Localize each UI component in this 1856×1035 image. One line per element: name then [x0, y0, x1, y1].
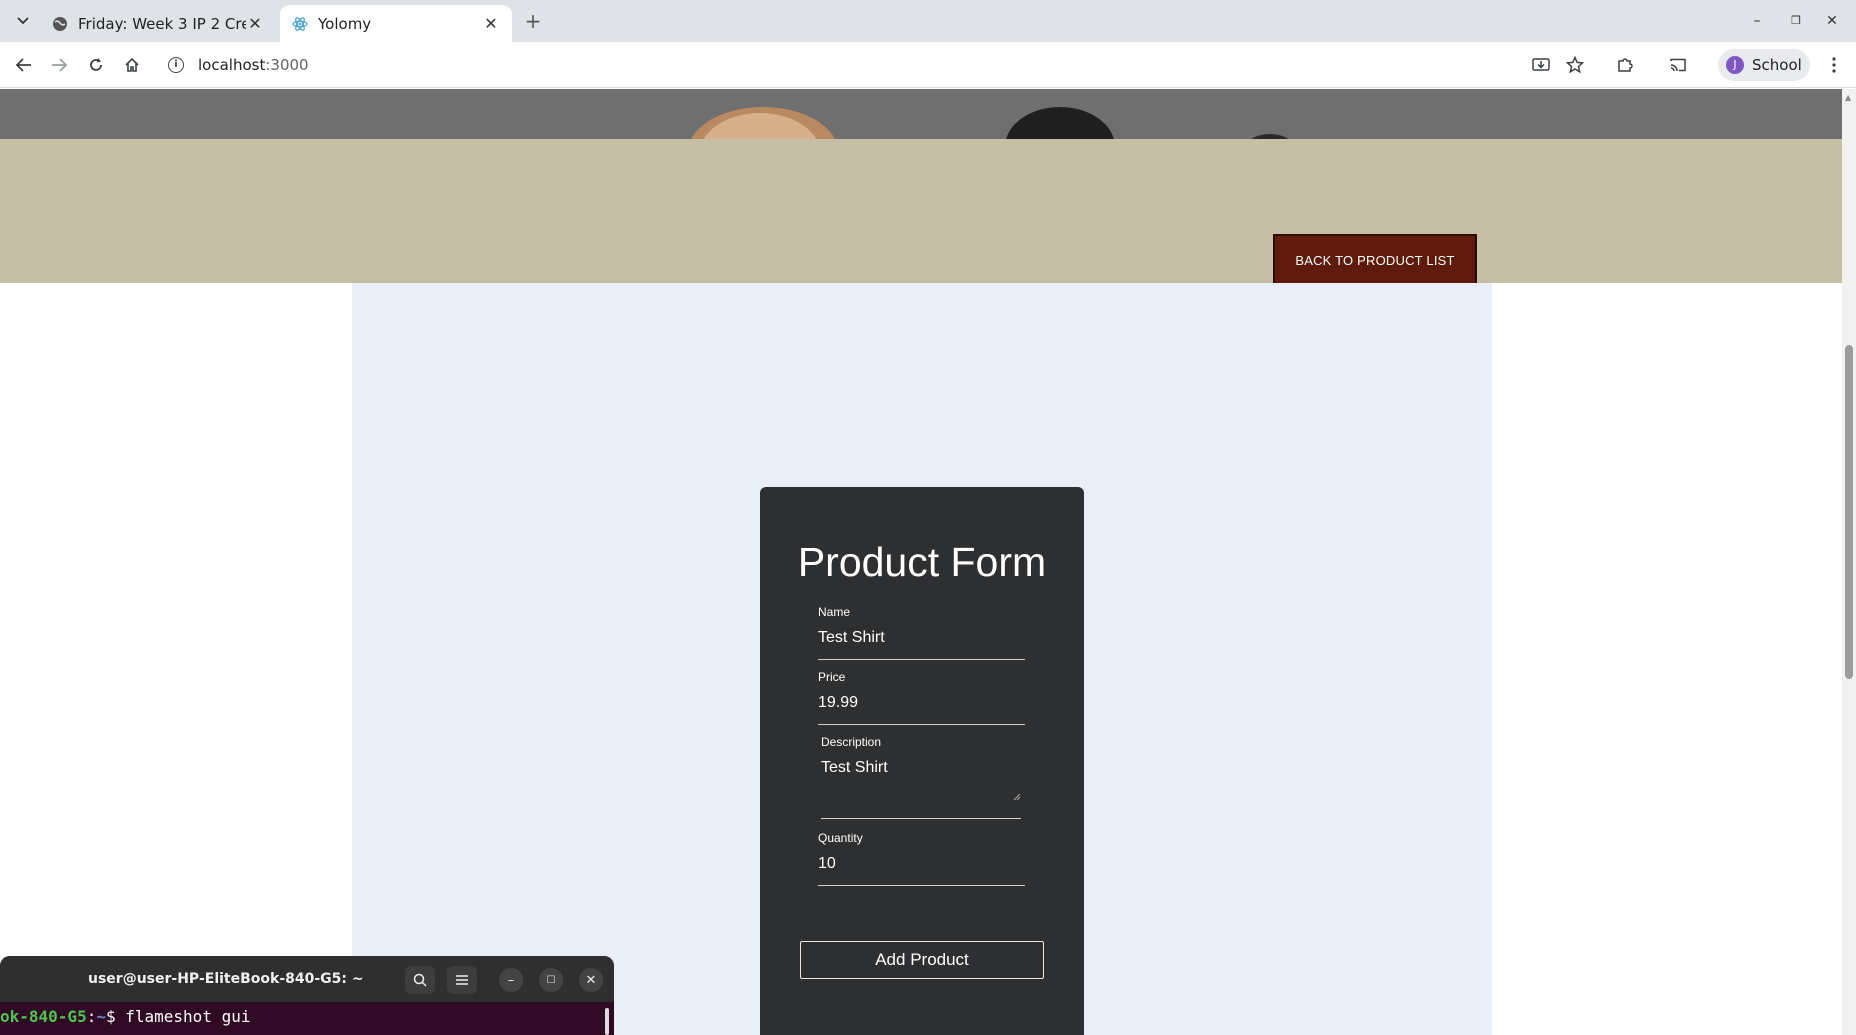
terminal-close-icon[interactable]: ✕	[579, 968, 603, 992]
product-form: Product Form Name Test Shirt Price 19.99…	[760, 487, 1084, 1035]
extensions-puzzle-icon[interactable]	[1613, 53, 1637, 77]
scrollbar-thumb[interactable]	[1845, 345, 1853, 679]
new-tab-plus-icon[interactable]: +	[522, 10, 544, 32]
textarea-resize-handle-icon[interactable]	[1011, 791, 1021, 801]
page-banner: BACK TO PRODUCT LIST	[0, 139, 1842, 286]
tab-title: Friday: Week 3 IP 2 Creat	[78, 14, 246, 33]
add-product-button[interactable]: Add Product	[800, 941, 1044, 979]
react-logo-icon	[292, 16, 308, 31]
url-text: localhost:3000	[198, 56, 309, 74]
restore-window-icon[interactable]: ❐	[1784, 9, 1808, 33]
terminal-menu-icon[interactable]	[447, 966, 477, 994]
terminal-output[interactable]: ok-840-G5:~$ flameshot gui	[0, 1002, 614, 1035]
reload-icon[interactable]	[84, 53, 108, 77]
install-app-icon[interactable]	[1529, 53, 1553, 77]
tab-search-chevron-icon[interactable]	[12, 10, 34, 32]
page-viewport: BACK TO PRODUCT LIST Product Form Name T…	[0, 89, 1842, 1035]
page-scrollbar[interactable]: ▲	[1842, 89, 1856, 1035]
quantity-label: Quantity	[818, 831, 863, 845]
minimize-window-icon[interactable]: –	[1745, 9, 1769, 33]
price-input[interactable]: 19.99	[818, 694, 858, 712]
browser-toolbar: i localhost:3000 J School	[0, 42, 1856, 88]
terminal-minimize-icon[interactable]: –	[499, 968, 523, 992]
name-input-underline	[818, 659, 1025, 660]
quantity-input[interactable]: 10	[818, 855, 836, 873]
address-bar[interactable]: i localhost:3000	[156, 48, 1496, 82]
home-icon[interactable]	[120, 53, 144, 77]
terminal-prompt-line: ok-840-G5:~$ flameshot gui	[0, 1007, 251, 1026]
description-textarea-underline	[821, 818, 1021, 819]
tab-friday-week3[interactable]: Friday: Week 3 IP 2 Creat ✕	[40, 5, 276, 42]
terminal-search-icon[interactable]	[405, 966, 435, 994]
hero-image	[0, 89, 1842, 139]
terminal-scrollbar[interactable]	[605, 1008, 609, 1035]
name-label: Name	[818, 605, 851, 619]
avatar: J	[1726, 56, 1744, 74]
browser-menu-kebab-icon[interactable]	[1822, 53, 1846, 77]
name-input[interactable]: Test Shirt	[818, 629, 885, 647]
price-input-underline	[818, 724, 1025, 725]
description-label: Description	[821, 735, 882, 749]
site-info-icon[interactable]: i	[168, 57, 184, 73]
close-tab-icon[interactable]: ✕	[482, 14, 500, 33]
cast-icon[interactable]	[1666, 53, 1690, 77]
profile-chip[interactable]: J School	[1718, 49, 1810, 81]
tab-yolomy[interactable]: Yolomy ✕	[280, 5, 512, 42]
globe-icon	[53, 16, 67, 31]
quantity-input-underline	[818, 885, 1025, 886]
form-title: Product Form	[797, 539, 1047, 585]
profile-label: School	[1752, 56, 1802, 74]
bookmark-star-icon[interactable]	[1563, 53, 1587, 77]
terminal-title: user@user-HP-EliteBook-840-G5: ~	[88, 971, 364, 987]
forward-arrow-icon[interactable]	[47, 53, 71, 77]
terminal-window[interactable]: user@user-HP-EliteBook-840-G5: ~ – ☐ ✕ o…	[0, 956, 614, 1035]
scroll-up-arrow-icon[interactable]: ▲	[1845, 93, 1851, 102]
browser-tab-bar: Friday: Week 3 IP 2 Creat ✕ Yolomy ✕ + –…	[0, 0, 1856, 42]
back-arrow-icon[interactable]	[12, 53, 36, 77]
terminal-titlebar: user@user-HP-EliteBook-840-G5: ~ – ☐ ✕	[0, 956, 614, 1002]
close-tab-icon[interactable]: ✕	[246, 14, 264, 33]
back-to-product-list-button[interactable]: BACK TO PRODUCT LIST	[1273, 234, 1477, 286]
terminal-maximize-icon[interactable]: ☐	[539, 968, 563, 992]
close-window-icon[interactable]: ✕	[1820, 9, 1844, 33]
price-label: Price	[818, 670, 846, 684]
description-textarea[interactable]: Test Shirt	[821, 759, 888, 777]
tab-title: Yolomy	[318, 14, 372, 33]
